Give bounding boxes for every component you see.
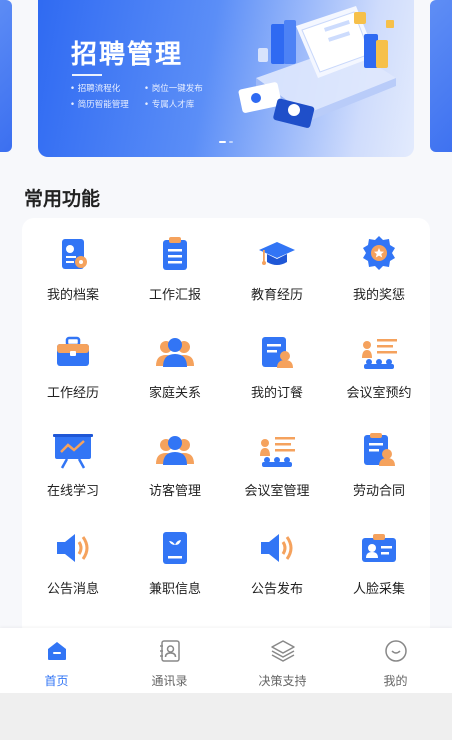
feature-label: 教育经历 [250,288,303,303]
feature-label: 会议室预约 [346,386,412,401]
feature-label: 人脸采集 [352,582,405,597]
feature-face-capture[interactable]: 人脸采集 [328,528,430,626]
briefcase-icon [53,332,93,372]
feature-label: 劳动合同 [352,484,405,499]
presentation-board-icon [53,430,93,470]
feature-part-time[interactable]: 兼职信息 [124,528,226,626]
tab-label: 决策支持 [258,674,307,688]
report-icon [155,234,195,274]
family-icon [155,332,195,372]
banner-title: 招聘管理 [71,40,184,70]
tab-label: 首页 [44,674,69,688]
carousel-dots [219,141,233,143]
award-badge-icon [359,234,399,274]
banner-carousel[interactable]: 招聘管理 • 招聘流程化 • 岗位一键发布 • 简历智能管理 • 专属人才库 [0,0,452,160]
banner-next-peek[interactable] [430,0,452,152]
feature-label: 在线学习 [46,484,99,499]
feature-grid: 我的档案 工作汇报 教育经历 我的奖惩 工作经历 家庭关系 我的订餐 会议室预约… [22,234,430,626]
feature-visitor-management[interactable]: 访客管理 [124,430,226,528]
carousel-dot[interactable] [229,141,233,143]
feature-grid-card: 我的档案 工作汇报 教育经历 我的奖惩 工作经历 家庭关系 我的订餐 会议室预约… [22,218,430,638]
feature-work-history[interactable]: 工作经历 [22,332,124,430]
section-title: 常用功能 [24,188,101,210]
banner-prev-peek[interactable] [0,0,12,152]
feature-label: 公告消息 [46,582,99,597]
graduation-cap-icon [257,234,297,274]
feature-label: 工作经历 [46,386,99,401]
feature-work-report[interactable]: 工作汇报 [124,234,226,332]
meeting-room-icon [257,430,297,470]
announce-speaker-icon [257,528,297,568]
visitor-icon [155,430,195,470]
meal-order-icon [257,332,297,372]
app-screen: 招聘管理 • 招聘流程化 • 岗位一键发布 • 简历智能管理 • 专属人才库 常… [0,0,452,693]
feature-meeting-booking[interactable]: 会议室预约 [328,332,430,430]
feature-announcement-publish[interactable]: 公告发布 [226,528,328,626]
layers-icon [269,637,297,665]
profile-icon [53,234,93,274]
tab-decision-support[interactable]: 决策支持 [226,628,339,693]
feature-label: 我的奖惩 [352,288,405,303]
feature-education[interactable]: 教育经历 [226,234,328,332]
banner-divider [72,74,102,76]
face-id-card-icon [359,528,399,568]
feature-labor-contract[interactable]: 劳动合同 [328,430,430,528]
feature-meeting-room-management[interactable]: 会议室管理 [226,430,328,528]
feature-label: 家庭关系 [148,386,201,401]
feature-meal-order[interactable]: 我的订餐 [226,332,328,430]
speaker-icon [53,528,93,568]
feature-label: 工作汇报 [148,288,201,303]
contract-icon [359,430,399,470]
banner-bullet: • 简历智能管理 [70,100,129,110]
banner-bullet: • 招聘流程化 [70,84,121,94]
feature-online-learning[interactable]: 在线学习 [22,430,124,528]
feature-label: 我的订餐 [250,386,303,401]
home-icon [43,637,71,665]
feature-my-profile[interactable]: 我的档案 [22,234,124,332]
banner-bullets: • 招聘流程化 • 岗位一键发布 • 简历智能管理 • 专属人才库 [70,82,224,110]
meeting-booking-icon [359,332,399,372]
tab-mine[interactable]: 我的 [339,628,452,693]
tab-contacts[interactable]: 通讯录 [113,628,226,693]
banner-bullet: • 岗位一键发布 [144,84,203,94]
feature-label: 兼职信息 [148,582,201,597]
feature-label: 会议室管理 [244,484,310,499]
feature-rewards[interactable]: 我的奖惩 [328,234,430,332]
carousel-dot-active[interactable] [219,141,226,143]
bottom-tab-bar: 首页 通讯录 决策支持 我的 [0,628,452,693]
banner-bullet: • 专属人才库 [144,100,195,110]
banner-illustration [238,6,396,128]
tab-label: 通讯录 [151,674,188,688]
contacts-icon [156,637,184,665]
smile-face-icon [382,637,410,665]
system-bottom-area [0,693,452,740]
feature-label: 访客管理 [148,484,201,499]
tab-label: 我的 [383,674,408,688]
banner-slide[interactable]: 招聘管理 • 招聘流程化 • 岗位一键发布 • 简历智能管理 • 专属人才库 [38,0,414,157]
feature-family[interactable]: 家庭关系 [124,332,226,430]
feature-label: 我的档案 [46,288,99,303]
feature-label: 公告发布 [250,582,303,597]
part-time-doc-icon [155,528,195,568]
feature-announcements[interactable]: 公告消息 [22,528,124,626]
tab-home[interactable]: 首页 [0,628,113,693]
